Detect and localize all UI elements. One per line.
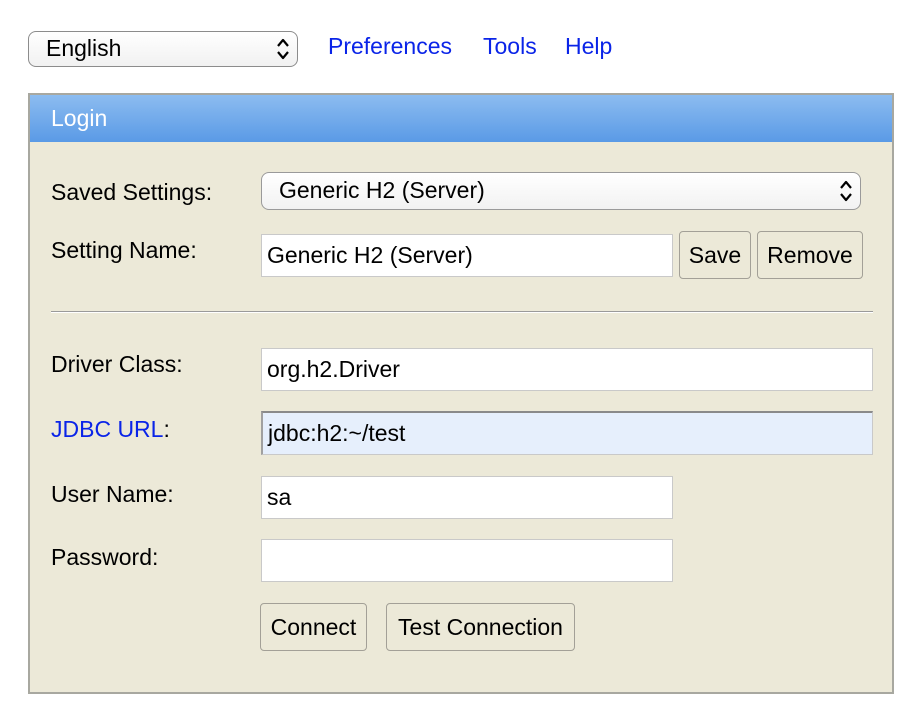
password-label: Password: [51, 544, 159, 570]
setting-name-label: Setting Name: [51, 237, 197, 263]
up-down-chevron-icon [277, 38, 289, 60]
up-down-chevron-icon [840, 180, 852, 202]
saved-settings-value: Generic H2 (Server) [279, 177, 485, 203]
remove-button[interactable]: Remove [757, 231, 863, 279]
save-button[interactable]: Save [679, 231, 751, 279]
jdbc-url-input[interactable]: jdbc:h2:~/test [261, 411, 873, 455]
saved-settings-select[interactable]: Generic H2 (Server) [261, 172, 861, 210]
preferences-link[interactable]: Preferences [328, 33, 452, 60]
login-panel-title: Login [30, 95, 892, 142]
tools-link[interactable]: Tools [483, 33, 537, 60]
user-name-input[interactable]: sa [261, 476, 673, 519]
section-divider [51, 311, 873, 313]
language-select[interactable]: English [28, 31, 298, 67]
login-panel: Login Saved Settings: Generic H2 (Server… [28, 93, 894, 694]
jdbc-url-label: JDBC URL: [51, 416, 170, 443]
jdbc-url-colon: : [163, 416, 170, 442]
driver-class-input[interactable]: org.h2.Driver [261, 348, 873, 391]
connect-button[interactable]: Connect [260, 603, 367, 651]
jdbc-url-value: jdbc:h2:~/test [268, 420, 406, 446]
user-name-value: sa [267, 484, 292, 510]
password-input[interactable] [261, 539, 673, 582]
jdbc-url-link[interactable]: JDBC URL [51, 416, 163, 442]
help-link[interactable]: Help [565, 33, 612, 60]
driver-class-value: org.h2.Driver [267, 356, 400, 382]
setting-name-input[interactable]: Generic H2 (Server) [261, 234, 673, 277]
test-connection-button[interactable]: Test Connection [386, 603, 575, 651]
language-select-value: English [46, 35, 122, 61]
driver-class-label: Driver Class: [51, 351, 183, 377]
top-bar: English [28, 29, 298, 69]
setting-name-value: Generic H2 (Server) [267, 242, 473, 268]
user-name-label: User Name: [51, 481, 174, 507]
saved-settings-label: Saved Settings: [51, 179, 213, 205]
